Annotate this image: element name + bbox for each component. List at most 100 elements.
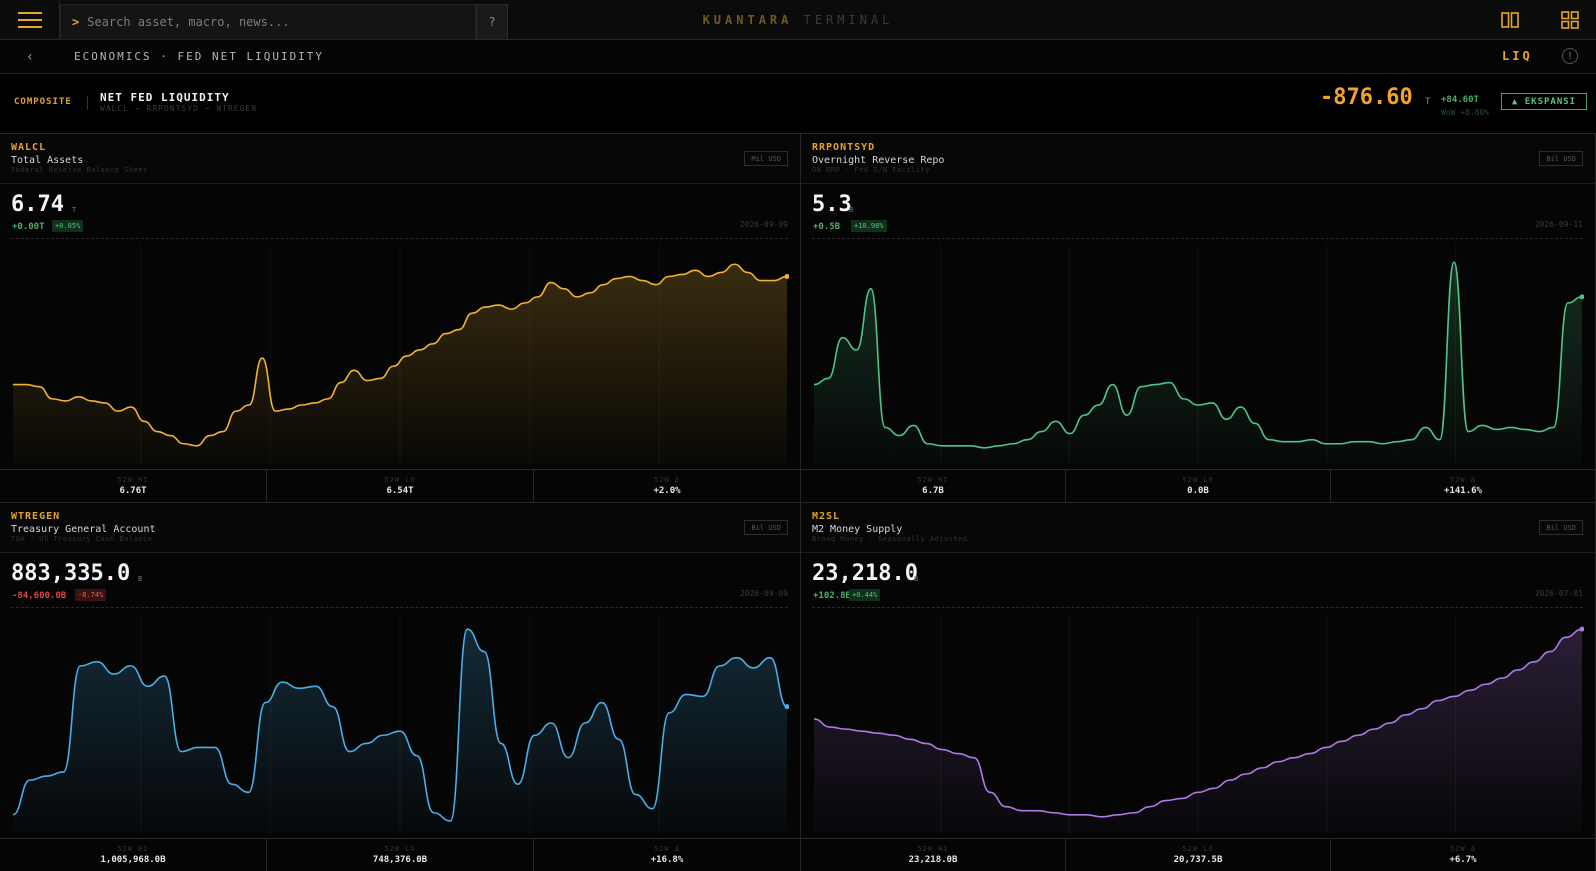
menu-icon [17,12,42,28]
sparkline-chart[interactable] [11,244,789,464]
series-value: 883,335.0 [11,561,131,586]
breadcrumb: ECONOMICS · FED NET LIQUIDITY [74,50,325,63]
stat-value: 748,376.0B [372,855,428,865]
composite-value: -876.60 [1320,85,1413,110]
stat-value: +2.0% [653,486,681,496]
brand-primary: KUANTARA [702,13,793,27]
breadcrumb-bar: ‹ ECONOMICS · FED NET LIQUIDITY LIQ ! [0,40,1596,74]
stat-label: 52W LO [384,476,416,484]
search-bar: > [60,4,476,40]
stats-footer: 52W HI 23,218.0B 52W LO 20,737.5B 52W Δ … [801,838,1595,871]
stats-footer: 52W HI 6.76T 52W LO 6.54T 52W Δ +2.0% [0,469,800,503]
stat-cell: 52W Δ +6.7% [1331,839,1595,871]
sparkline-chart[interactable] [812,244,1584,464]
stat-cell: 52W LO 0.0B [1066,470,1331,503]
chevron-left-icon[interactable]: ‹ [22,48,38,66]
info-icon[interactable]: ! [1562,48,1578,64]
columns-icon[interactable] [1500,10,1520,30]
indicator-panel-rrpontsyd[interactable]: RRPONTSYD Overnight Reverse Repo ON RRP … [801,134,1596,503]
stat-cell: 52W LO 20,737.5B [1066,839,1331,871]
panel-header: RRPONTSYD Overnight Reverse Repo ON RRP … [801,134,1595,184]
stat-label: 52W HI [117,845,149,853]
observation-date: 2026-09-11 [1534,220,1583,229]
stat-cell: 52W Δ +2.0% [534,470,800,503]
value-unit: B [138,575,143,583]
composite-title: NET FED LIQUIDITY [100,91,230,104]
change-percent-badge: +10.96% [851,220,887,232]
series-code: RRPONTSYD [812,142,876,153]
observation-date: 2026-09-09 [739,589,788,598]
series-description: ON RRP · Fed O/N Facility [812,166,930,174]
panel-header: M2SL M2 Money Supply Broad Money · Seaso… [801,503,1595,553]
value-unit: B [849,206,854,214]
unit-badge: Bil USD [1539,520,1583,535]
stat-value: 23,218.0B [908,855,958,865]
stat-cell: 52W HI 23,218.0B [801,839,1066,871]
stat-label: 52W Δ [1449,845,1477,853]
stat-value: 1,005,968.0B [100,855,166,865]
indicator-panel-walcl[interactable]: WALCL Total Assets Federal Reserve Balan… [0,134,801,503]
stat-label: 52W LO [384,845,416,853]
series-description: Federal Reserve Balance Sheet [11,166,148,174]
change-percent-badge: +0.44% [849,589,881,601]
series-name: Total Assets [11,155,84,166]
stat-cell: 52W LO 748,376.0B [267,839,534,871]
value-unit: T [72,206,77,214]
sparkline-chart[interactable] [11,613,789,833]
stat-label: 52W HI [917,476,949,484]
composite-formula: WALCL − RRPONTSYD − WTREGEN [100,104,258,113]
stat-value: 0.0B [1187,486,1209,496]
series-description: Broad Money · Seasonally Adjusted [812,535,968,543]
stat-value: 6.54T [386,486,414,496]
series-code: WTREGEN [11,511,61,522]
stat-value: +6.7% [1449,855,1477,865]
unit-badge: Mil USD [744,151,788,166]
divider [11,238,788,239]
panel-header: WALCL Total Assets Federal Reserve Balan… [0,134,800,184]
indicator-panel-m2sl[interactable]: M2SL M2 Money Supply Broad Money · Seaso… [801,503,1596,871]
stat-label: 52W LO [1182,845,1214,853]
change-percent-badge: +0.05% [52,220,84,232]
menu-button[interactable] [0,0,60,40]
help-button[interactable]: ? [476,4,508,40]
stat-cell: 52W HI 6.76T [0,470,267,503]
composite-tag: COMPOSITE [14,97,72,107]
stat-label: 52W HI [917,845,949,853]
search-input[interactable] [87,15,448,29]
change-value: -84,600.0B [12,591,67,601]
composite-header: COMPOSITE NET FED LIQUIDITY WALCL − RRPO… [0,74,1596,134]
stats-footer: 52W HI 6.7B 52W LO 0.0B 52W Δ +141.6% [801,469,1595,503]
stat-value: +141.6% [1444,486,1482,496]
stat-value: 20,737.5B [1173,855,1223,865]
panel-header: WTREGEN Treasury General Account TGA · U… [0,503,800,553]
stat-cell: 52W HI 6.7B [801,470,1066,503]
unit-badge: Bil USD [1539,151,1583,166]
series-name: M2 Money Supply [812,524,903,535]
stats-footer: 52W HI 1,005,968.0B 52W LO 748,376.0B 52… [0,838,800,871]
series-value: 5.3 [812,192,852,217]
grid-icon[interactable] [1560,10,1580,30]
change-value: +0.5B [813,222,841,232]
indicator-panel-wtregen[interactable]: WTREGEN Treasury General Account TGA · U… [0,503,801,871]
sparkline-chart[interactable] [812,613,1584,833]
stat-value: 6.7B [922,486,944,496]
series-value: 23,218.0 [812,561,918,586]
stat-cell: 52W Δ +16.8% [534,839,800,871]
change-value: +102.8B [813,591,851,601]
divider [11,607,788,608]
stat-cell: 52W LO 6.54T [267,470,534,503]
series-code: WALCL [11,142,47,153]
composite-change: +84.60T [1441,95,1479,105]
top-bar: > ? KUANTARA TERMINAL [0,0,1596,40]
observation-date: 2026-07-01 [1534,589,1583,598]
stat-label: 52W LO [1182,476,1214,484]
composite-wow: WoW +8.80% [1441,108,1490,117]
divider [812,238,1583,239]
stat-value: 6.76T [119,486,147,496]
liq-tag[interactable]: LIQ [1502,49,1533,63]
series-description: TGA · US Treasury Cash Balance [11,535,153,543]
change-percent-badge: -8.74% [75,589,107,601]
stat-label: 52W HI [117,476,149,484]
unit-badge: Bil USD [744,520,788,535]
stat-value: +16.8% [650,855,684,865]
